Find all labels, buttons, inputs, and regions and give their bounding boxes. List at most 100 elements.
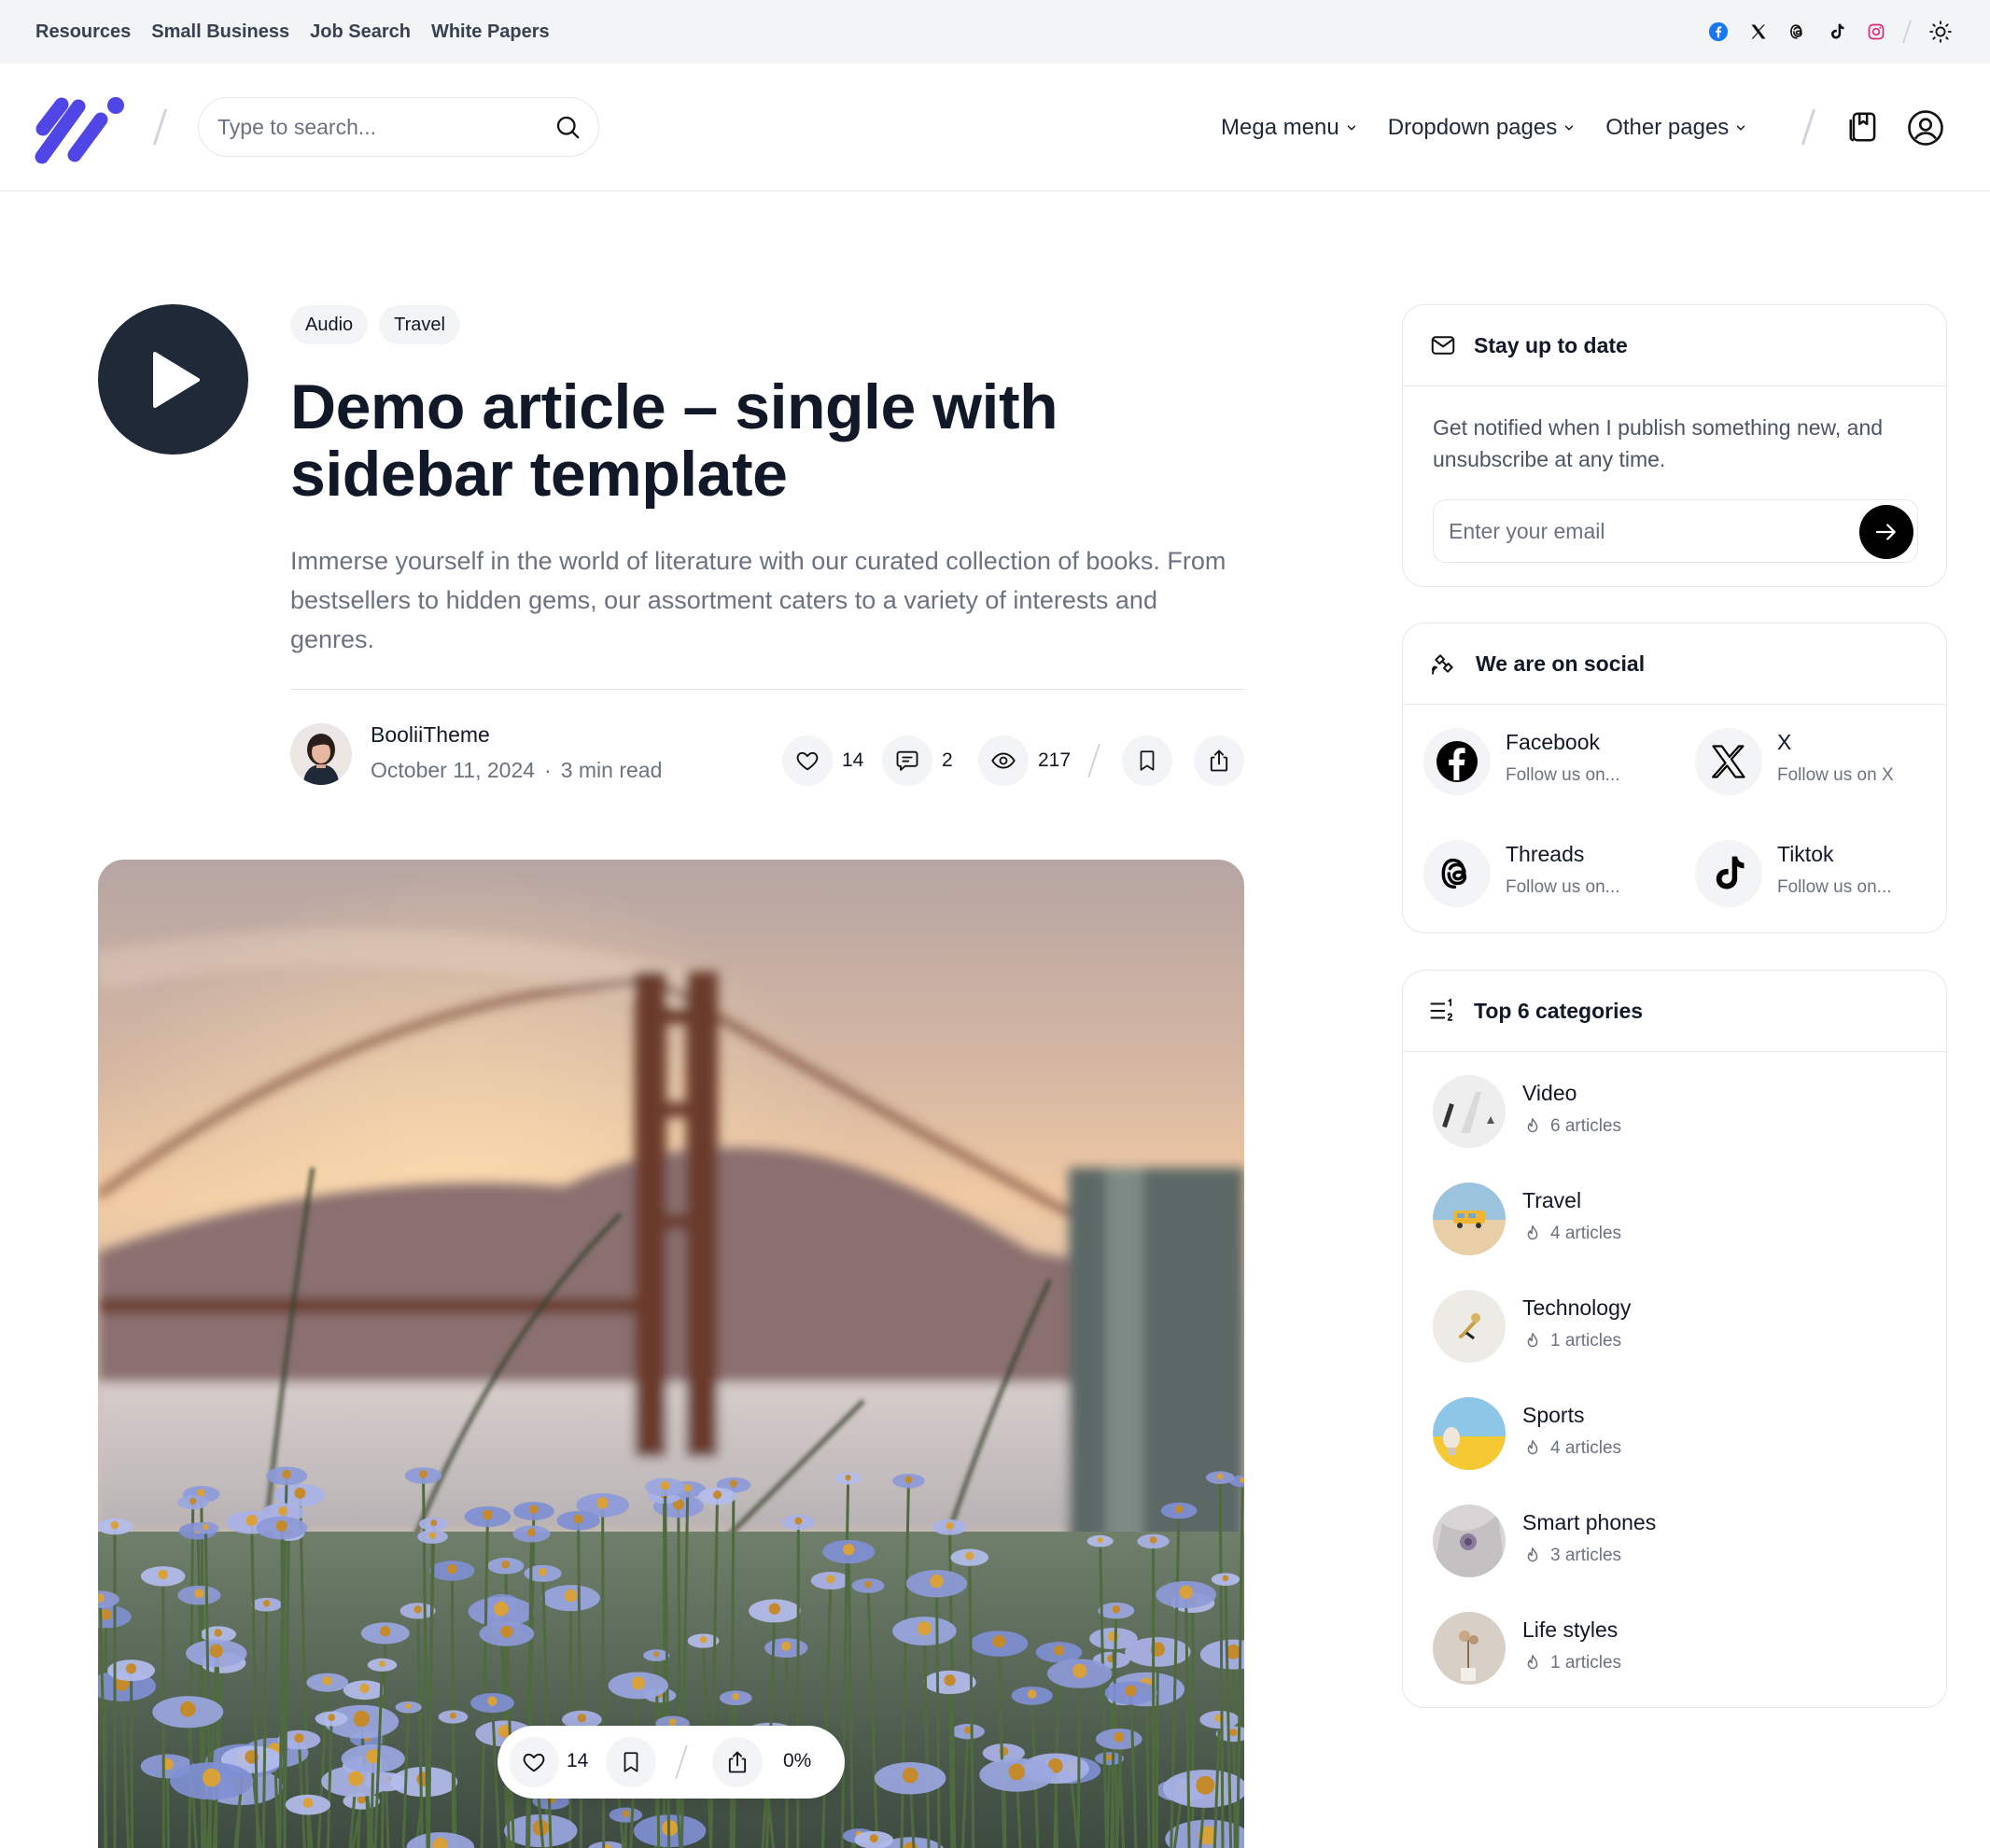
author-name[interactable]: BooliiTheme <box>371 722 490 748</box>
subscribe-button[interactable] <box>1859 505 1913 559</box>
article-title: Demo article – single with sidebar templ… <box>290 371 1058 510</box>
utility-link-job-search[interactable]: Job Search <box>310 21 411 43</box>
stats-separator <box>1087 743 1100 778</box>
category-count: 1 articles <box>1522 1331 1621 1351</box>
search-box <box>198 97 599 157</box>
social-facebook[interactable]: Facebook Follow us on... <box>1423 726 1666 797</box>
tag-travel[interactable]: Travel <box>379 305 460 344</box>
header-separator <box>1801 108 1816 146</box>
author-avatar[interactable] <box>290 723 352 785</box>
social-name: X <box>1777 730 1792 754</box>
category-item-travel[interactable]: Travel 4 articles <box>1433 1183 1899 1257</box>
read-time: 3 min read <box>560 758 663 782</box>
float-share-button[interactable] <box>712 1737 763 1787</box>
main-nav: Mega menu Dropdown pages Other pages <box>1221 63 1747 191</box>
comment-button[interactable] <box>882 735 932 786</box>
float-like-button[interactable] <box>509 1737 559 1787</box>
social-tiktok[interactable]: Tiktok Follow us on... <box>1695 838 1938 909</box>
nav-mega-menu[interactable]: Mega menu <box>1221 115 1358 141</box>
float-separator <box>675 1744 688 1780</box>
threads-icon[interactable] <box>1788 22 1807 41</box>
satellite-icon <box>1429 649 1459 679</box>
social-subtitle: Follow us on... <box>1506 877 1620 897</box>
threads-icon <box>1423 840 1491 907</box>
category-item-technology[interactable]: Technology 1 articles <box>1433 1290 1899 1365</box>
article-divider <box>290 689 1244 690</box>
tiktok-icon <box>1695 840 1762 907</box>
category-item-smart-phones[interactable]: Smart phones 3 articles <box>1433 1505 1899 1579</box>
nav-other-pages[interactable]: Other pages <box>1605 115 1747 141</box>
newsletter-card: Stay up to date Get notified when I publ… <box>1402 304 1947 587</box>
article-excerpt: Immerse yourself in the world of literat… <box>290 547 1226 653</box>
x-icon[interactable] <box>1749 22 1768 41</box>
category-item-video[interactable]: Video 6 articles <box>1433 1075 1899 1150</box>
main-header: Mega menu Dropdown pages Other pages <box>0 63 1990 191</box>
utility-link-resources[interactable]: Resources <box>35 21 131 43</box>
category-count-text: 4 articles <box>1550 1438 1622 1458</box>
hero-image <box>98 860 1244 1848</box>
comment-count: 2 <box>942 749 953 771</box>
newsletter-title: Stay up to date <box>1474 332 1628 357</box>
category-name: Smart phones <box>1522 1510 1657 1534</box>
tag-audio[interactable]: Audio <box>290 305 369 344</box>
utility-link-white-papers[interactable]: White Papers <box>431 21 550 43</box>
category-thumbnail <box>1433 1290 1506 1363</box>
search-input[interactable] <box>217 98 535 156</box>
category-count-text: 4 articles <box>1550 1224 1622 1243</box>
mail-icon <box>1429 331 1457 359</box>
email-field[interactable] <box>1449 500 1841 562</box>
bookmark-icon <box>1135 748 1159 774</box>
share-button[interactable] <box>1194 735 1244 786</box>
views-button[interactable] <box>978 735 1029 786</box>
social-subtitle: Follow us on... <box>1506 765 1620 785</box>
categories-header: Top 6 categories <box>1403 971 1946 1052</box>
comment-icon <box>894 748 920 774</box>
instagram-icon[interactable] <box>1867 22 1885 41</box>
article-tags: Audio Travel <box>290 305 460 344</box>
chevron-down-icon <box>1563 121 1576 134</box>
views-count: 217 <box>1038 749 1072 771</box>
floating-action-bar: 14 0% <box>498 1726 845 1799</box>
newsletter-header: Stay up to date <box>1403 305 1946 386</box>
social-card: We are on social Facebook Follow us on..… <box>1402 623 1947 933</box>
user-account-icon[interactable] <box>1906 108 1945 147</box>
heart-icon <box>794 748 820 774</box>
publish-date: October 11, 2024 <box>371 758 536 782</box>
category-count: 4 articles <box>1522 1438 1621 1459</box>
category-count-text: 6 articles <box>1550 1116 1622 1136</box>
nav-label: Mega menu <box>1221 114 1339 140</box>
search-icon[interactable] <box>554 113 582 141</box>
category-item-sports[interactable]: Sports 4 articles <box>1433 1397 1899 1472</box>
share-icon <box>724 1749 750 1775</box>
category-count: 3 articles <box>1522 1546 1621 1566</box>
audio-play-button[interactable] <box>98 304 248 455</box>
fire-icon <box>1522 1653 1543 1673</box>
float-like-count: 14 <box>567 1750 589 1771</box>
article-meta: October 11, 2024 · 3 min read <box>371 758 662 783</box>
category-thumbnail <box>1433 1612 1506 1685</box>
utility-link-small-business[interactable]: Small Business <box>151 21 289 43</box>
social-threads[interactable]: Threads Follow us on... <box>1423 838 1666 909</box>
bookmarks-icon[interactable] <box>1846 108 1882 146</box>
float-bookmark-button[interactable] <box>606 1737 656 1787</box>
category-thumbnail <box>1433 1183 1506 1255</box>
tiktok-icon[interactable] <box>1828 21 1846 42</box>
social-subtitle: Follow us on X <box>1777 765 1894 785</box>
nav-dropdown-pages[interactable]: Dropdown pages <box>1388 115 1576 141</box>
nav-label: Other pages <box>1605 114 1730 140</box>
facebook-icon[interactable] <box>1708 21 1729 42</box>
category-name: Sports <box>1522 1403 1585 1427</box>
social-x[interactable]: X Follow us on X <box>1695 726 1938 797</box>
logo-icon[interactable] <box>34 93 127 164</box>
newsletter-description: Get notified when I publish something ne… <box>1433 415 1884 471</box>
fire-icon <box>1522 1546 1543 1566</box>
eye-icon <box>990 748 1016 774</box>
like-button[interactable] <box>782 735 833 786</box>
sun-icon[interactable] <box>1928 20 1953 44</box>
bookmark-button[interactable] <box>1122 735 1172 786</box>
category-item-life-styles[interactable]: Life styles 1 articles <box>1433 1612 1899 1687</box>
heart-icon <box>521 1749 547 1775</box>
share-icon <box>1206 748 1232 774</box>
category-thumbnail <box>1433 1505 1506 1577</box>
category-count-text: 1 articles <box>1550 1653 1622 1673</box>
